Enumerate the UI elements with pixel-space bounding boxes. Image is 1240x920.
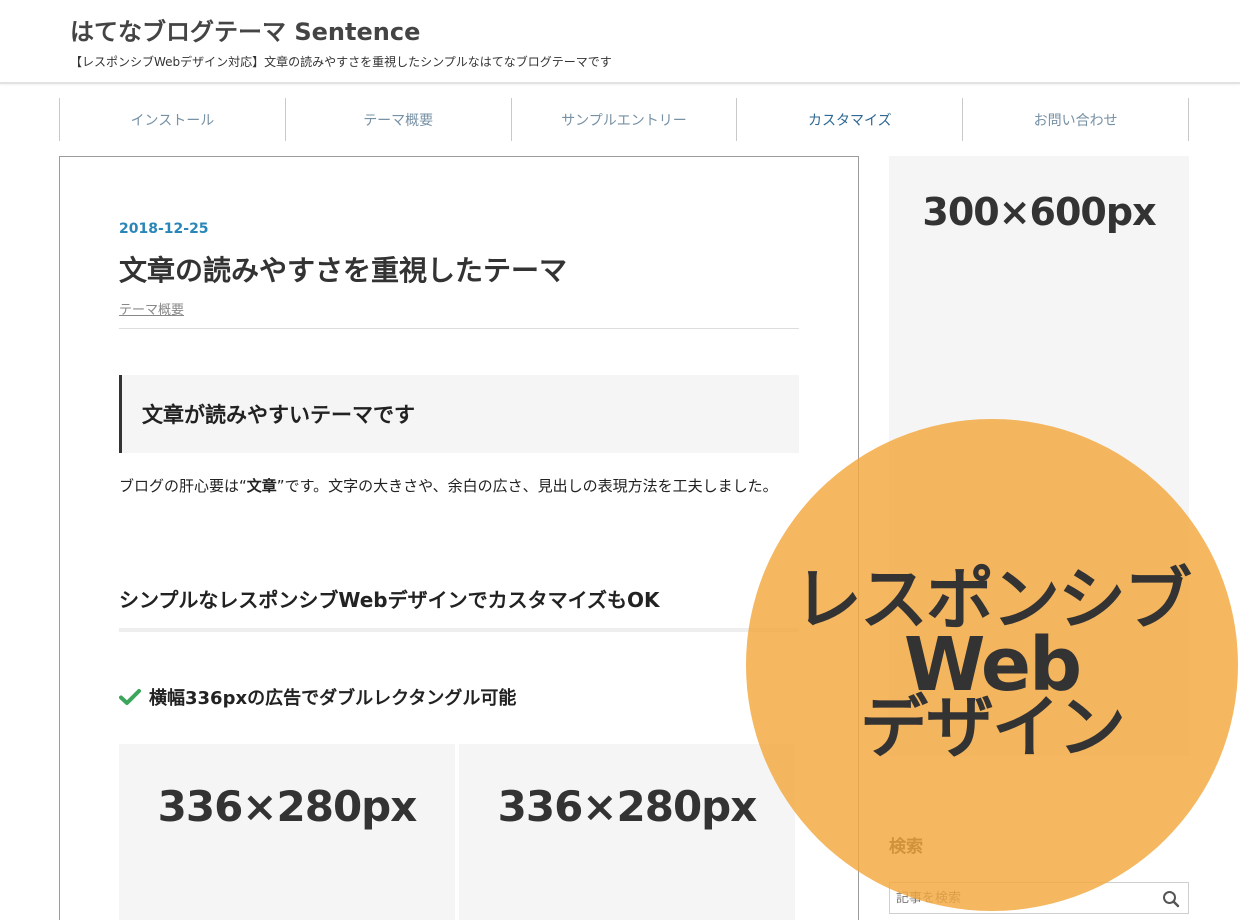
ad-size-label-right: 336×280px	[497, 782, 758, 831]
global-nav: インストール テーマ概要 サンプルエントリー カスタマイズ お問い合わせ	[59, 98, 1189, 141]
subsection-heading-box: シンプルなレスポンシブWebデザインでカスタマイズもOK	[119, 584, 799, 632]
nav-item-sample-entry[interactable]: サンプルエントリー	[512, 98, 738, 141]
paragraph-bold-text: 文章	[246, 477, 277, 495]
paragraph-text-after: ”です。文字の大きさや、余白の広さ、見出しの表現方法を工夫しました。	[276, 477, 778, 495]
check-icon	[119, 688, 141, 706]
title-divider	[119, 328, 799, 329]
site-title[interactable]: はてなブログテーマ Sentence	[70, 12, 420, 47]
nav-item-theme-overview[interactable]: テーマ概要	[286, 98, 512, 141]
site-description: 【レスポンシブWebデザイン対応】文章の読みやすさを重視したシンプルなはてなブロ…	[70, 55, 612, 69]
promo-circle-badge: レスポンシブ Web デザイン	[746, 419, 1238, 911]
section-heading-box: 文章が読みやすいテーマです	[119, 375, 799, 453]
entry-category-link[interactable]: テーマ概要	[119, 299, 184, 318]
feature-heading: 横幅336pxの広告でダブルレクタングル可能	[149, 688, 517, 709]
search-icon[interactable]	[1162, 890, 1180, 908]
article-card: 2018-12-25 文章の読みやすさを重視したテーマ テーマ概要 文章が読みや…	[59, 156, 859, 920]
promo-line-web: Web	[903, 622, 1082, 708]
site-header: はてなブログテーマ Sentence 【レスポンシブWebデザイン対応】文章の読…	[0, 0, 1240, 84]
ad-placeholder-left[interactable]: 336×280px	[119, 744, 455, 920]
section-heading: 文章が読みやすいテーマです	[142, 403, 415, 427]
nav-item-install[interactable]: インストール	[60, 98, 286, 141]
ad-placeholder-right[interactable]: 336×280px	[459, 744, 795, 920]
promo-line-design: デザイン	[859, 689, 1126, 768]
nav-item-contact[interactable]: お問い合わせ	[963, 98, 1189, 141]
nav-item-customize[interactable]: カスタマイズ	[737, 98, 964, 141]
paragraph-text-before: ブログの肝心要は“	[119, 477, 247, 495]
entry-title[interactable]: 文章の読みやすさを重視したテーマ	[119, 249, 567, 289]
entry-date[interactable]: 2018-12-25	[119, 221, 209, 237]
feature-heading-box: 横幅336pxの広告でダブルレクタングル可能	[119, 684, 516, 710]
article-paragraph: ブログの肝心要は“文章”です。文字の大きさや、余白の広さ、見出しの表現方法を工夫…	[119, 473, 799, 500]
ad-size-label-left: 336×280px	[157, 782, 418, 831]
subsection-heading: シンプルなレスポンシブWebデザインでカスタマイズもOK	[119, 588, 660, 612]
